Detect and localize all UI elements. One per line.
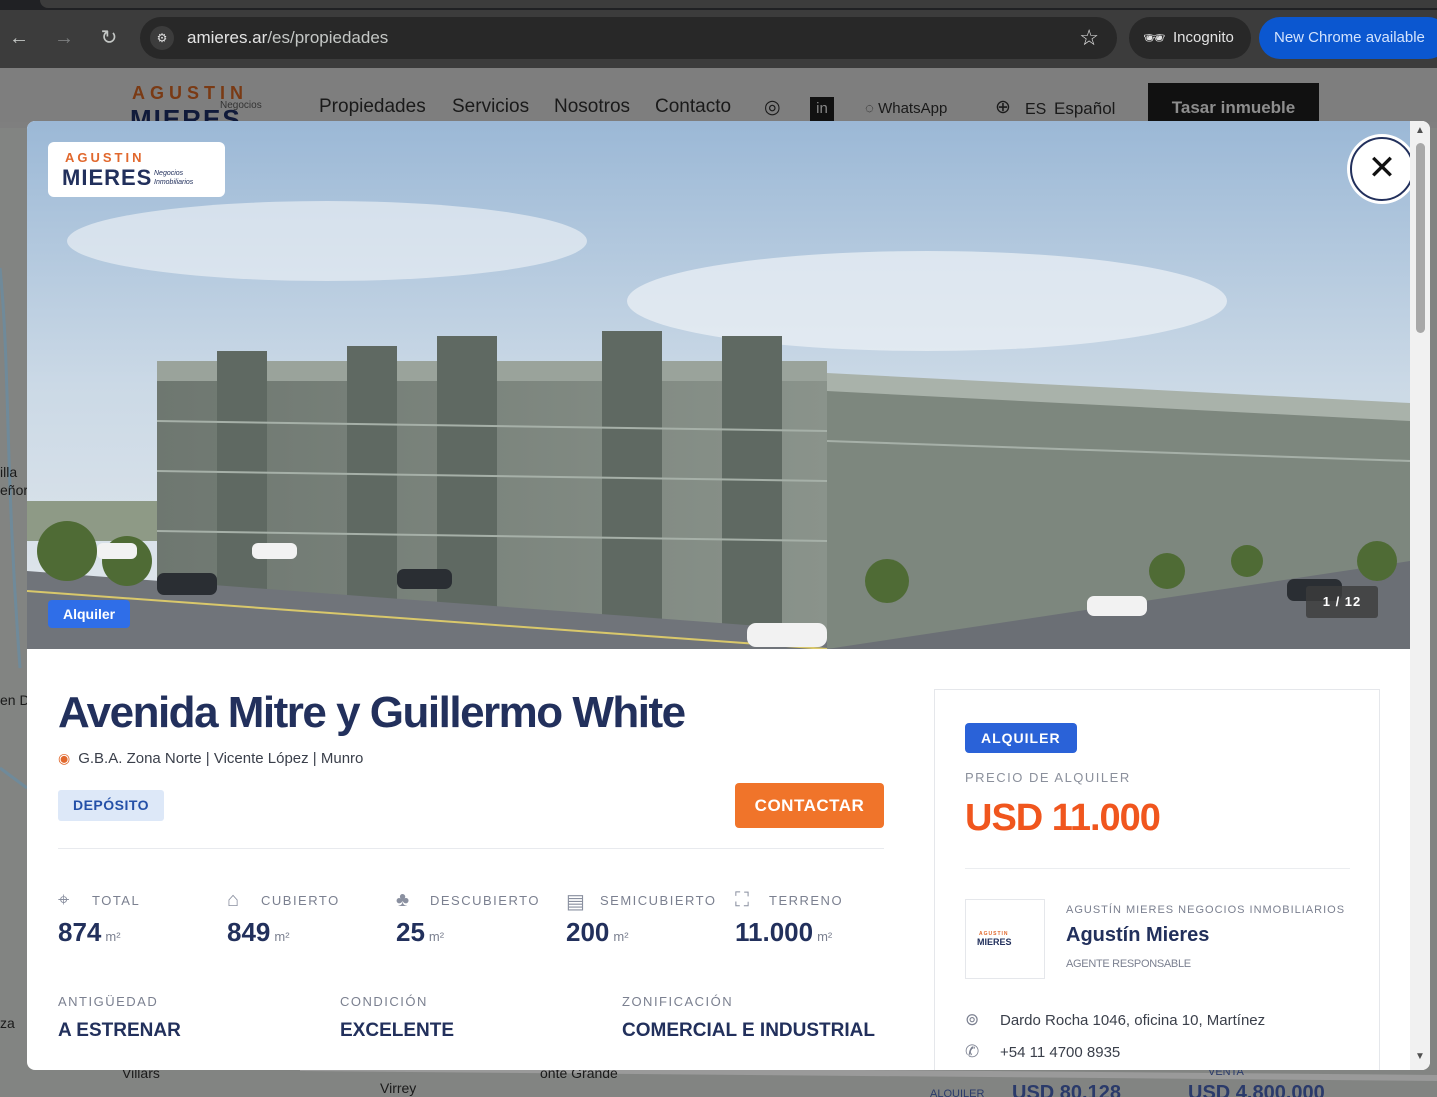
map-card-price: USD 80.128: [1012, 1082, 1121, 1097]
attr-antiguedad: ANTIGÜEDAD A ESTRENAR: [58, 994, 181, 1041]
bookmark-star-icon[interactable]: ☆: [1079, 25, 1099, 51]
address-bar[interactable]: ⚙ amieres.ar/es/propiedades ☆: [140, 17, 1117, 59]
area-icon: ⌖: [58, 889, 70, 911]
image-counter: 1 / 12: [1306, 586, 1378, 618]
tab-strip: [0, 0, 1437, 10]
agent-name: Agustín Mieres: [1066, 924, 1210, 946]
stat-descubierto: ♣ DESCUBIERTO 25 m²: [396, 889, 540, 947]
map-label: Virrey: [380, 1080, 417, 1096]
price-card: ALQUILER PRECIO DE ALQUILER USD 11.000 A…: [934, 689, 1380, 1070]
location-pin-icon: ◉: [58, 750, 71, 766]
stat-terreno: ⛶ TERRENO 11.000 m²: [735, 889, 844, 947]
scroll-thumb[interactable]: [1416, 143, 1425, 333]
divider: [58, 848, 884, 849]
land-icon: ⛶: [735, 889, 749, 911]
attr-condicion: CONDICIÓN EXCELENTE: [340, 994, 455, 1041]
url-text[interactable]: amieres.ar/es/propiedades: [187, 28, 388, 48]
lang-code[interactable]: ES: [1025, 101, 1046, 119]
price-value: USD 11.000: [965, 797, 1161, 839]
phone-icon: ✆: [965, 1042, 980, 1061]
operation-badge: ALQUILER: [965, 723, 1077, 753]
site-settings-icon[interactable]: ⚙: [150, 26, 174, 50]
map-label: eñor: [0, 482, 29, 498]
map-label: illa: [0, 464, 18, 480]
instagram-icon[interactable]: ◎: [764, 96, 781, 119]
back-icon[interactable]: ←: [5, 24, 33, 52]
property-title: Avenida Mitre y Guillermo White: [58, 688, 686, 737]
scroll-down-icon[interactable]: ▼: [1414, 1051, 1426, 1062]
scroll-up-icon[interactable]: ▲: [1414, 125, 1426, 136]
stat-total: ⌖ TOTAL 874 m²: [58, 889, 141, 947]
tree-icon: ♣: [396, 889, 410, 911]
stat-semicubierto: ▤ SEMICUBIERTO 200 m²: [566, 891, 717, 947]
reload-icon[interactable]: ↻: [95, 24, 123, 52]
agent-address: ⊚ Dardo Rocha 1046, oficina 10, Martínez: [965, 1010, 1266, 1029]
attr-zonificacion: ZONIFICACIÓN COMERCIAL E INDUSTRIAL: [622, 994, 875, 1041]
whatsapp-link[interactable]: ◌ WhatsApp: [865, 100, 947, 117]
nav-nosotros[interactable]: Nosotros: [554, 96, 630, 118]
browser-toolbar: ← → ↻ ⚙ amieres.ar/es/propiedades ☆ 🕶 Inc…: [0, 0, 1437, 68]
semi-covered-icon: ▤: [566, 891, 585, 913]
contact-button[interactable]: CONTACTAR: [735, 783, 884, 828]
property-location: ◉ G.B.A. Zona Norte | Vicente López | Mun…: [58, 750, 364, 767]
price-label: PRECIO DE ALQUILER: [965, 770, 1131, 785]
site-header: AGUSTIN MIERES Negocios Propiedades Serv…: [0, 68, 1437, 134]
covered-icon: ⌂: [227, 889, 240, 911]
incognito-indicator[interactable]: 🕶 Incognito: [1129, 17, 1251, 59]
lang-selector[interactable]: Español: [1054, 99, 1115, 119]
map-pin-icon: ⊚: [965, 1010, 980, 1029]
map-card-label: ALQUILER: [930, 1088, 985, 1097]
map-card-price: USD 4.800.000: [1188, 1082, 1325, 1097]
nav-servicios[interactable]: Servicios: [452, 96, 529, 118]
linkedin-icon[interactable]: in: [810, 97, 834, 121]
map-label: za: [0, 1015, 15, 1031]
agent-logo: AGUSTIN MIERES: [965, 899, 1045, 979]
hero-agency-logo: AGUSTIN MIERES Negocios Inmobiliarios: [48, 142, 225, 197]
nav-contacto[interactable]: Contacto: [655, 96, 731, 118]
site-logo-sub: Negocios: [220, 100, 262, 111]
agent-phone[interactable]: ✆ +54 11 4700 8935: [965, 1042, 1120, 1062]
forward-icon[interactable]: →: [50, 24, 78, 52]
property-photo[interactable]: [27, 121, 1410, 649]
new-chrome-button[interactable]: New Chrome available: [1259, 17, 1437, 59]
divider: [965, 868, 1350, 869]
nav-propiedades[interactable]: Propiedades: [319, 96, 426, 118]
whatsapp-icon: ◌: [865, 100, 874, 117]
globe-icon[interactable]: ⊕: [995, 96, 1011, 119]
operation-badge: Alquiler: [48, 600, 131, 628]
stat-cubierto: ⌂ CUBIERTO 849 m²: [227, 889, 340, 947]
modal-scrollbar[interactable]: ▲ ▼: [1410, 121, 1430, 1070]
map-label: en D: [0, 692, 30, 708]
property-type-tag: DEPÓSITO: [58, 790, 164, 821]
close-icon[interactable]: ✕: [1350, 137, 1414, 201]
agent-role: AGENTE RESPONSABLE: [1066, 958, 1191, 970]
property-image-gallery[interactable]: AGUSTIN MIERES Negocios Inmobiliarios Alq…: [27, 121, 1410, 649]
incognito-icon: 🕶: [1143, 28, 1166, 48]
property-modal: AGUSTIN MIERES Negocios Inmobiliarios Alq…: [27, 121, 1430, 1070]
agency-name: AGUSTÍN MIERES NEGOCIOS INMOBILIARIOS: [1066, 904, 1346, 916]
